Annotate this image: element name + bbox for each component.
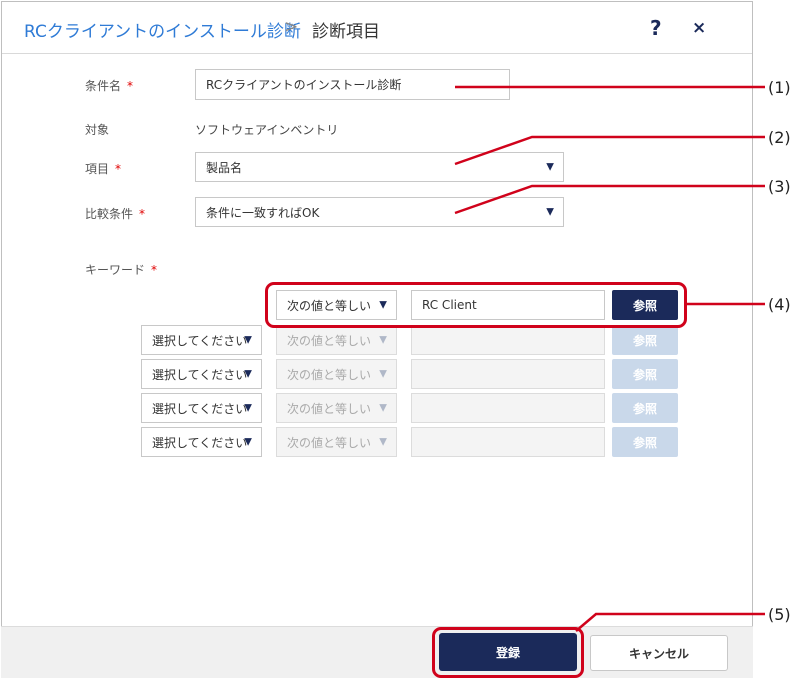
- keyword-logic-select[interactable]: 選択してください ▼: [141, 393, 262, 423]
- callout-label-3: (3): [768, 177, 791, 196]
- target-value: ソフトウェアインベントリ: [195, 123, 339, 137]
- keyword-operator-value: 次の値と等しい: [287, 401, 372, 416]
- keyword-logic-select[interactable]: 選択してください ▼: [141, 359, 262, 389]
- page-title: 診断項目: [312, 22, 380, 42]
- cancel-button[interactable]: キャンセル: [590, 635, 728, 671]
- keyword-logic-select[interactable]: 選択してください ▼: [141, 325, 262, 355]
- keyword-logic-value: 選択してください: [152, 367, 248, 382]
- required-mark: *: [151, 263, 158, 277]
- chevron-down-icon: ▼: [546, 206, 554, 218]
- condition-name-label-text: 条件名: [85, 79, 122, 93]
- chevron-down-icon: ▼: [379, 334, 387, 346]
- reference-button[interactable]: 参照: [612, 393, 678, 423]
- reference-button[interactable]: 参照: [612, 427, 678, 457]
- close-icon[interactable]: ×: [692, 18, 706, 38]
- compare-select[interactable]: 条件に一致すればOK ▼: [195, 197, 564, 227]
- callout-label-2: (2): [768, 128, 791, 147]
- keyword-value-input[interactable]: [411, 359, 605, 389]
- item-select[interactable]: 製品名 ▼: [195, 152, 564, 182]
- keyword-logic-value: 選択してください: [152, 401, 248, 416]
- keyword-logic-value: 選択してください: [152, 333, 248, 348]
- keyword-value-input[interactable]: [411, 393, 605, 423]
- keyword-operator-value: 次の値と等しい: [287, 367, 372, 382]
- required-mark: *: [127, 79, 134, 93]
- keyword-operator-select[interactable]: 次の値と等しい ▼: [276, 359, 397, 389]
- keyword-operator-select[interactable]: 次の値と等しい ▼: [276, 427, 397, 457]
- callout-box-5: [432, 627, 584, 678]
- keyword-operator-value: 次の値と等しい: [287, 435, 372, 450]
- chevron-down-icon: ▼: [379, 402, 387, 414]
- chevron-down-icon: ▼: [379, 436, 387, 448]
- chevron-down-icon: ▼: [244, 368, 252, 380]
- help-icon[interactable]: ?: [650, 16, 662, 40]
- chevron-down-icon: ▼: [379, 368, 387, 380]
- compare-select-value: 条件に一致すればOK: [206, 205, 320, 220]
- required-mark: *: [139, 207, 146, 221]
- breadcrumb-link[interactable]: RCクライアントのインストール診断: [24, 17, 301, 42]
- compare-label-text: 比較条件: [85, 207, 134, 221]
- keyword-operator-select[interactable]: 次の値と等しい ▼: [276, 325, 397, 355]
- item-label: 項目 *: [85, 160, 121, 177]
- item-label-text: 項目: [85, 162, 110, 176]
- keyword-label-text: キーワード: [85, 263, 146, 277]
- keyword-value-input[interactable]: [411, 427, 605, 457]
- condition-name-input[interactable]: RCクライアントのインストール診断: [195, 69, 510, 100]
- reference-button[interactable]: 参照: [612, 359, 678, 389]
- compare-label: 比較条件 *: [85, 205, 145, 222]
- keyword-label: キーワード *: [85, 261, 157, 278]
- dialog-header: RCクライアントのインストール診断 > 診断項目 ? ×: [2, 2, 752, 54]
- item-select-value: 製品名: [206, 160, 243, 175]
- keyword-operator-value: 次の値と等しい: [287, 333, 372, 348]
- target-label: 対象: [85, 123, 110, 137]
- chevron-down-icon: ▼: [244, 436, 252, 448]
- callout-label-4: (4): [768, 295, 791, 314]
- keyword-value-input[interactable]: [411, 325, 605, 355]
- callout-label-5: (5): [768, 605, 791, 624]
- keyword-operator-select[interactable]: 次の値と等しい ▼: [276, 393, 397, 423]
- required-mark: *: [115, 162, 122, 176]
- chevron-down-icon: ▼: [546, 161, 554, 173]
- callout-label-1: (1): [768, 78, 791, 97]
- keyword-logic-value: 選択してください: [152, 435, 248, 450]
- condition-name-label: 条件名 *: [85, 77, 133, 94]
- reference-button[interactable]: 参照: [612, 325, 678, 355]
- chevron-down-icon: ▼: [244, 402, 252, 414]
- chevron-down-icon: ▼: [244, 334, 252, 346]
- keyword-logic-select[interactable]: 選択してください ▼: [141, 427, 262, 457]
- callout-box-4: [265, 282, 687, 328]
- breadcrumb-separator: >: [284, 17, 299, 37]
